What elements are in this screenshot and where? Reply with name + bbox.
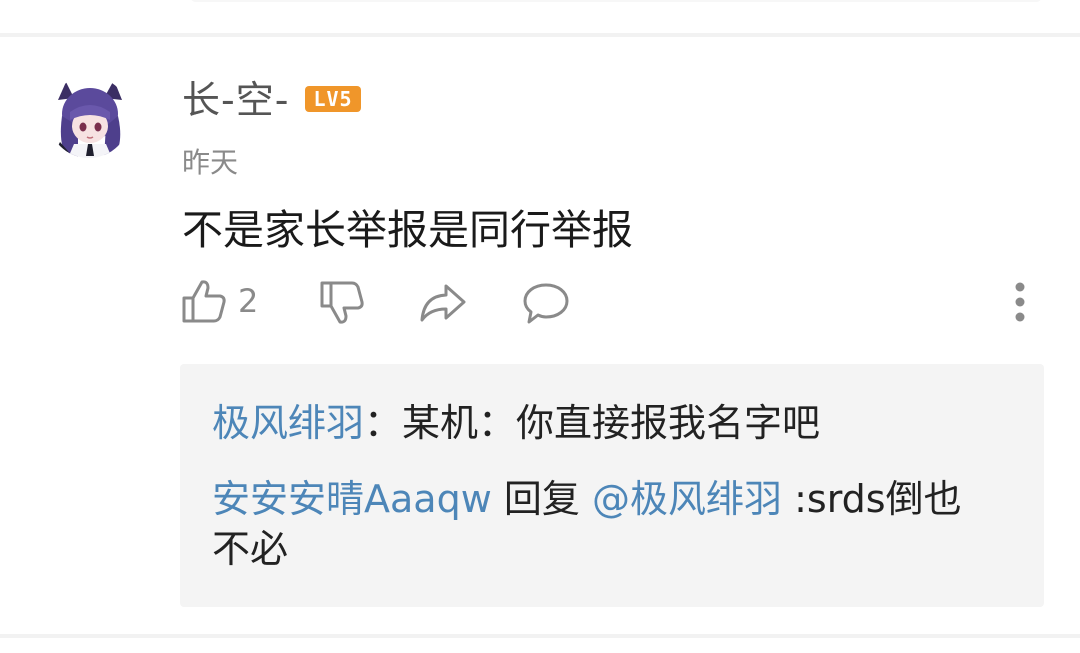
level-badge: LV5 [305, 86, 361, 112]
reply-mention[interactable]: @极风绯羽 [592, 477, 782, 521]
thumbs-up-icon [180, 278, 228, 324]
speech-bubble-icon [522, 282, 570, 326]
divider [0, 634, 1080, 638]
username[interactable]: 长-空- [182, 78, 289, 122]
reply-author[interactable]: 安安安晴Aaaqw [212, 477, 492, 521]
like-button[interactable]: 2 [180, 278, 258, 324]
reply-button[interactable] [522, 282, 570, 326]
share-button[interactable] [418, 282, 468, 324]
timestamp: 昨天 [182, 146, 239, 179]
reply-word: 回复 [503, 477, 580, 521]
more-vertical-icon [1010, 282, 1030, 322]
reply-author[interactable]: 极风绯羽 [212, 401, 364, 445]
thumbs-down-icon [318, 280, 366, 326]
more-button[interactable] [1010, 282, 1030, 322]
divider [0, 33, 1080, 37]
reply-separator: ： [364, 401, 403, 445]
like-count: 2 [238, 282, 259, 320]
dislike-button[interactable] [318, 280, 366, 326]
previous-card-edge [190, 0, 1042, 2]
reply-text: 某机：你直接报我名字吧 [402, 401, 821, 445]
avatar[interactable] [48, 76, 130, 158]
reply-item[interactable]: 极风绯羽：某机：你直接报我名字吧 [212, 398, 992, 448]
comment-text: 不是家长举报是同行举报 [182, 206, 633, 254]
share-arrow-icon [418, 282, 468, 324]
reply-item[interactable]: 安安安晴Aaaqw 回复 @极风绯羽 :srds倒也不必 [212, 474, 992, 574]
